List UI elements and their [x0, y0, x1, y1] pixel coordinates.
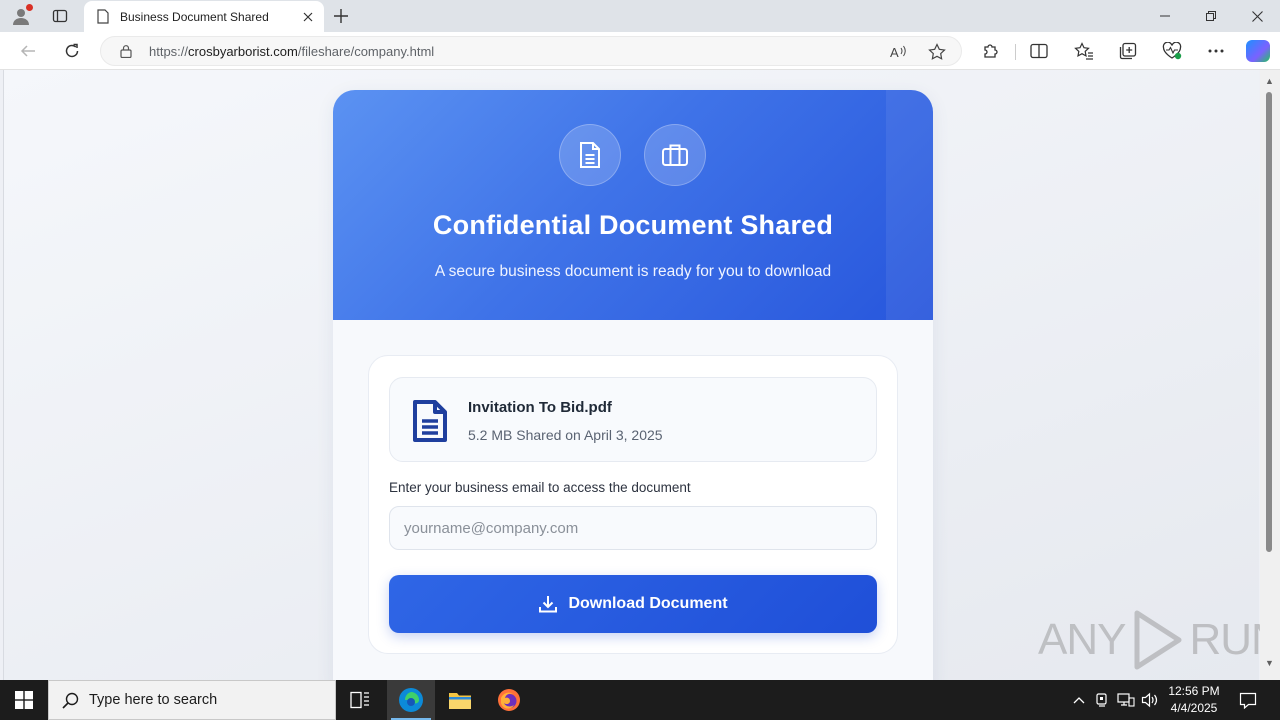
folder-icon: [449, 693, 471, 709]
refresh-button[interactable]: [61, 40, 83, 62]
document-icon: [559, 124, 621, 186]
restore-icon: [1206, 11, 1216, 21]
collections-icon: [1119, 42, 1137, 60]
url-host: crosbyarborist.com: [188, 44, 298, 59]
file-meta: 5.2 MB Shared on April 3, 2025: [468, 427, 663, 443]
clock-time: 12:56 PM: [1168, 684, 1220, 698]
profile-button[interactable]: [10, 4, 33, 27]
refresh-icon: [65, 43, 79, 58]
watermark-left: ANY: [1038, 615, 1126, 664]
taskbar-file-explorer[interactable]: [436, 680, 484, 720]
plus-icon: [334, 9, 348, 23]
url-path: /fileshare/company.html: [297, 44, 435, 59]
share-card: Confidential Document Shared A secure bu…: [333, 90, 933, 680]
scroll-up-arrow-icon[interactable]: ▲: [1265, 76, 1274, 86]
scroll-down-arrow-icon[interactable]: ▼: [1265, 658, 1274, 668]
toolbar-divider: [1015, 44, 1016, 60]
favorite-star-icon[interactable]: [927, 42, 947, 62]
back-arrow-icon: [20, 45, 35, 57]
url-prefix: https://: [149, 44, 189, 59]
download-button-label: Download Document: [568, 595, 728, 612]
page-title: Confidential Document Shared: [432, 210, 834, 240]
split-screen-icon: [1030, 43, 1048, 59]
lock-icon[interactable]: [119, 44, 133, 58]
taskbar-search-box[interactable]: Type here to search: [48, 680, 336, 720]
vertical-scrollbar[interactable]: ▲ ▼: [1260, 70, 1280, 680]
play-logo-icon: [1127, 610, 1187, 670]
extensions-button[interactable]: [980, 40, 1002, 62]
profile-notification-dot: [26, 4, 33, 11]
anyrun-watermark: ANY RUN: [1038, 610, 1280, 670]
browser-essentials-button[interactable]: [1161, 40, 1183, 62]
restore-button[interactable]: [1188, 0, 1234, 32]
taskbar-search-placeholder: Type here to search: [89, 692, 218, 708]
taskbar-clock[interactable]: 12:56 PM 4/4/2025: [1160, 683, 1228, 717]
windows-logo-icon: [15, 691, 33, 709]
close-tab-icon[interactable]: [298, 7, 318, 27]
task-view-icon: [350, 691, 369, 709]
active-tab[interactable]: Business Document Shared: [84, 1, 324, 32]
notifications-button[interactable]: [1238, 690, 1258, 710]
collections-button[interactable]: [1117, 40, 1139, 62]
svg-text:A: A: [890, 45, 899, 60]
file-name: Invitation To Bid.pdf: [468, 399, 612, 416]
navigation-bar: https://crosbyarborist.com/fileshare/com…: [0, 32, 1280, 70]
card-header: Confidential Document Shared A secure bu…: [333, 90, 933, 320]
clock-date: 4/4/2025: [1170, 701, 1218, 715]
email-field[interactable]: [389, 506, 877, 550]
briefcase-icon: [644, 124, 706, 186]
network-icon[interactable]: [1116, 690, 1136, 710]
tab-actions-icon: [52, 9, 68, 23]
page-subtitle: A secure business document is ready for …: [434, 263, 832, 280]
file-document-icon: [410, 398, 450, 444]
chevron-up-icon: [1073, 697, 1085, 704]
favorites-list-icon: [1074, 42, 1093, 60]
minimize-icon: [1160, 15, 1170, 17]
favorites-button[interactable]: [1073, 40, 1095, 62]
task-view-button[interactable]: [336, 680, 384, 720]
page-viewport: Confidential Document Shared A secure bu…: [0, 70, 1280, 680]
close-icon: [1251, 10, 1263, 22]
minimize-button[interactable]: [1142, 0, 1188, 32]
url-text[interactable]: https://crosbyarborist.com/fileshare/com…: [149, 44, 434, 59]
tab-actions-button[interactable]: [50, 6, 70, 26]
new-tab-button[interactable]: [330, 6, 352, 26]
split-screen-button[interactable]: [1028, 40, 1050, 62]
heart-pulse-icon: [1162, 42, 1182, 60]
email-label: Enter your business email to access the …: [389, 480, 691, 495]
access-panel: Invitation To Bid.pdf 5.2 MB Shared on A…: [368, 355, 898, 654]
taskbar-edge[interactable]: [387, 680, 435, 720]
tab-strip: Business Document Shared: [0, 0, 1280, 32]
taskbar-firefox[interactable]: [485, 680, 533, 720]
edge-browser-icon: [399, 688, 423, 712]
taskbar: Type here to search 12:56 PM 4/4/2025: [0, 680, 1280, 720]
meet-now-icon[interactable]: [1093, 690, 1113, 710]
address-bar[interactable]: https://crosbyarborist.com/fileshare/com…: [100, 36, 962, 66]
puzzle-icon: [984, 44, 998, 58]
show-hidden-icons-button[interactable]: [1069, 690, 1089, 710]
back-button[interactable]: [17, 40, 39, 62]
scroll-thumb[interactable]: [1266, 92, 1272, 552]
copilot-icon[interactable]: [1246, 40, 1270, 62]
header-accent-strip: [886, 90, 933, 320]
notification-icon: [1239, 692, 1257, 709]
settings-more-button[interactable]: [1205, 40, 1227, 62]
download-icon: [538, 594, 558, 614]
close-window-button[interactable]: [1234, 0, 1280, 32]
read-aloud-icon[interactable]: A: [889, 42, 909, 62]
file-info-box: Invitation To Bid.pdf 5.2 MB Shared on A…: [389, 377, 877, 462]
download-button[interactable]: Download Document: [389, 575, 877, 633]
page-favicon-icon: [96, 9, 110, 25]
volume-icon[interactable]: [1140, 690, 1160, 710]
more-dots-icon: [1208, 49, 1224, 53]
search-icon: [61, 691, 79, 709]
tab-title: Business Document Shared: [120, 9, 269, 24]
start-button[interactable]: [0, 680, 48, 720]
firefox-icon: [498, 689, 520, 711]
